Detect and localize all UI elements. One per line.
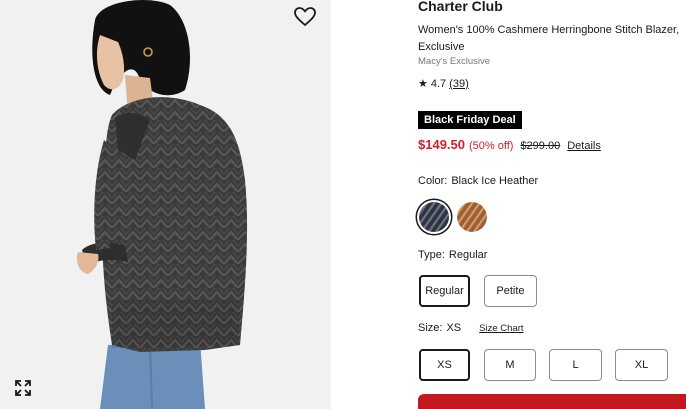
type-label: Type: [418, 249, 445, 261]
size-label: Size: [418, 322, 443, 334]
size-label-line: Size: XS Size Chart [418, 322, 524, 334]
original-price: $299.00 [520, 140, 561, 152]
deal-badge: Black Friday Deal [418, 111, 522, 129]
type-option-petite[interactable]: Petite [484, 275, 537, 307]
rating-value: 4.7 [430, 77, 447, 90]
size-chart-link[interactable]: Size Chart [479, 323, 523, 334]
color-selected-value: Black Ice Heather [451, 175, 539, 187]
expand-image-button[interactable] [13, 378, 33, 398]
color-label: Color: [418, 175, 448, 187]
type-option-regular[interactable]: Regular [419, 275, 470, 307]
product-details: Charter Club Women's 100% Cashmere Herri… [418, 0, 686, 409]
wishlist-button[interactable] [292, 5, 318, 29]
size-option-m[interactable]: M [484, 349, 536, 381]
discount-percent: (50% off) [469, 140, 514, 152]
color-swatch-camel[interactable] [457, 202, 487, 232]
product-title: Women's 100% Cashmere Herringbone Stitch… [418, 24, 680, 53]
size-option-xl[interactable]: XL [615, 349, 668, 381]
size-selected-value: XS [446, 322, 462, 334]
product-image-panel[interactable] [0, 0, 331, 409]
product-photo [0, 0, 331, 409]
price-details-link[interactable]: Details [567, 140, 601, 152]
color-label-line: Color: Black Ice Heather [418, 175, 538, 187]
swatch-texture-camel [457, 202, 487, 232]
size-option-l[interactable]: L [549, 349, 602, 381]
exclusive-label: Macy's Exclusive [418, 56, 491, 67]
sale-price: $149.50 [418, 137, 465, 152]
size-option-xs[interactable]: XS [419, 349, 470, 381]
color-swatch-black-ice-heather[interactable] [419, 202, 449, 232]
expand-icon [15, 380, 31, 396]
star-icon: ★ [418, 78, 428, 90]
swatch-texture-dark [419, 202, 449, 232]
product-rating[interactable]: ★ 4.7 (39) [418, 77, 469, 91]
type-selected-value: Regular [448, 249, 488, 261]
price-row: $149.50 (50% off) $299.00 Details [418, 137, 601, 152]
type-label-line: Type: Regular [418, 249, 487, 261]
review-count-link[interactable]: (39) [449, 78, 469, 90]
heart-icon [294, 7, 316, 27]
brand-name[interactable]: Charter Club [418, 0, 503, 14]
add-to-bag-button[interactable] [418, 394, 686, 409]
